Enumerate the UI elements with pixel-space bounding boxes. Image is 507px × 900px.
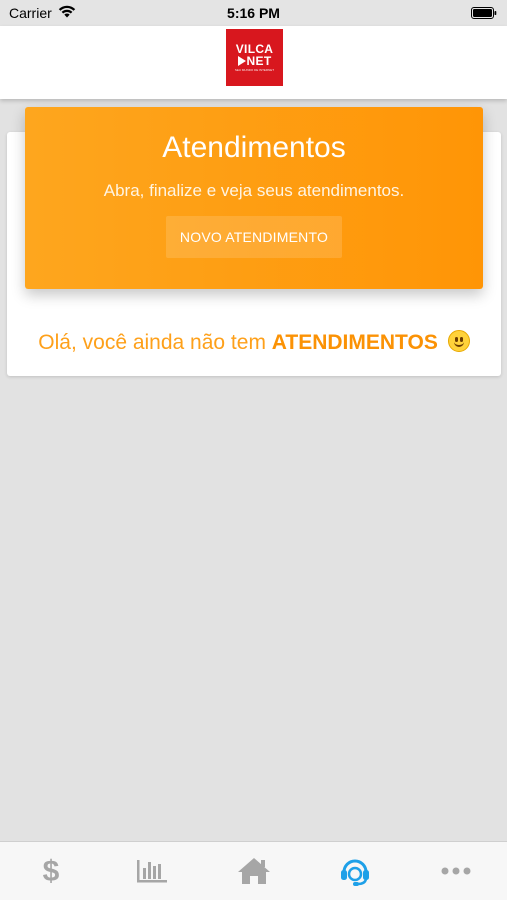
play-icon <box>237 56 246 66</box>
vilcanet-logo: VILCA NET SEU MUNDO DE INTERNET <box>226 29 283 86</box>
tab-bar: $ <box>0 841 507 900</box>
tab-more[interactable] <box>406 842 507 900</box>
logo-tagline: SEU MUNDO DE INTERNET <box>234 68 275 72</box>
new-ticket-button[interactable]: NOVO ATENDIMENTO <box>166 216 342 258</box>
page-title: Atendimentos <box>162 131 346 164</box>
logo-line2: NET <box>246 54 272 68</box>
svg-text:$: $ <box>42 855 59 887</box>
status-time: 5:16 PM <box>227 5 280 21</box>
empty-state-message: Olá, você ainda não tem ATENDIMENTOS <box>7 330 501 355</box>
atendimentos-banner: Atendimentos Abra, finalize e veja seus … <box>25 107 483 289</box>
logo-line2-wrap: NET <box>237 54 272 68</box>
more-icon <box>441 867 471 875</box>
dollar-icon: $ <box>40 855 62 887</box>
app-header: VILCA NET SEU MUNDO DE INTERNET <box>0 26 507 99</box>
empty-state-highlight: ATENDIMENTOS <box>271 331 438 354</box>
battery-icon <box>471 6 497 22</box>
headset-icon <box>339 856 371 886</box>
empty-state-text: Olá, você ainda não tem <box>38 331 272 354</box>
tab-financial[interactable]: $ <box>0 842 101 900</box>
status-bar: Carrier 5:16 PM <box>0 0 507 26</box>
page-subtitle: Abra, finalize e veja seus atendimentos. <box>103 181 405 200</box>
chart-icon <box>136 858 168 884</box>
tab-consumption[interactable] <box>101 842 202 900</box>
tab-home[interactable] <box>203 842 304 900</box>
tab-support[interactable] <box>304 842 405 900</box>
smile-emoji-icon <box>447 330 470 352</box>
home-icon <box>237 857 271 885</box>
